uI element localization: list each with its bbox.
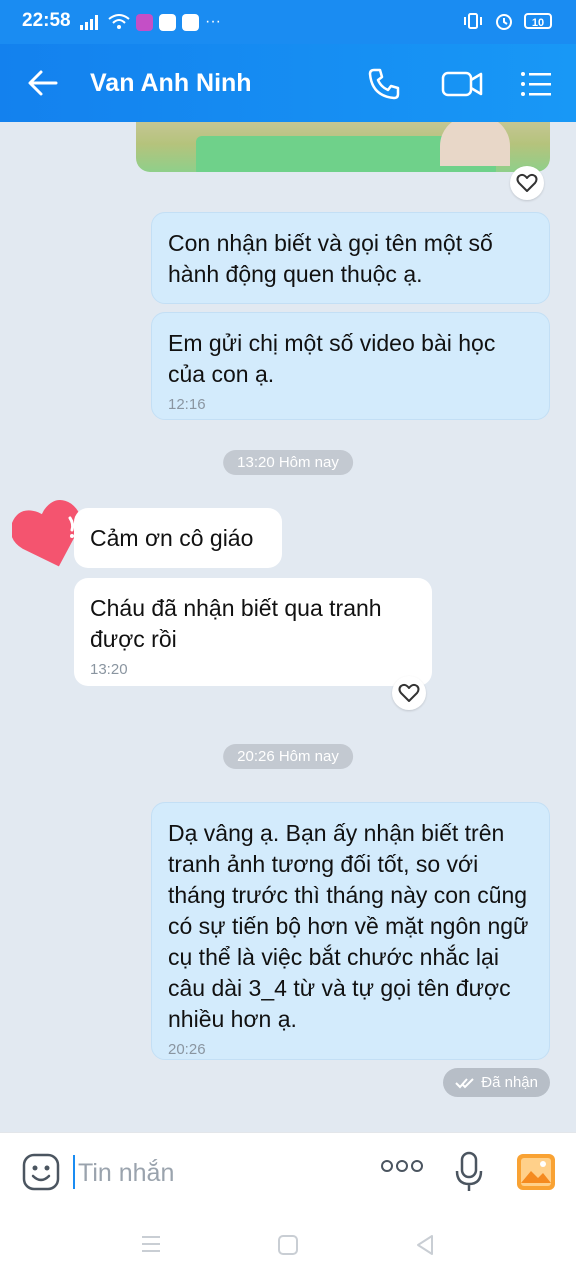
- message-notification-icon: [182, 13, 199, 31]
- message-bubble-incoming[interactable]: Cháu đã nhận biết qua tranh được rồi 13:…: [74, 578, 432, 686]
- text-cursor: [73, 1155, 75, 1189]
- chat-header: Van Anh Ninh: [0, 44, 576, 122]
- date-separator: 13:20 Hôm nay: [223, 450, 353, 475]
- sticker-emoji-icon[interactable]: [22, 1153, 60, 1191]
- react-heart-button[interactable]: [510, 166, 544, 200]
- gallery-image-icon[interactable]: [516, 1153, 556, 1191]
- status-icons-left: ···: [80, 13, 221, 31]
- nav-back-icon[interactable]: [414, 1234, 436, 1261]
- delivery-status-badge: Đã nhận: [443, 1068, 550, 1097]
- heart-outline-icon: [516, 173, 538, 192]
- app-notification-icon: [159, 13, 176, 31]
- double-check-icon: [455, 1077, 474, 1088]
- image-message[interactable]: [136, 122, 550, 172]
- nav-home-icon[interactable]: [277, 1234, 299, 1261]
- message-text: Cảm ơn cô giáo: [90, 525, 254, 551]
- status-icons-right: 10: [462, 11, 552, 31]
- status-bar: 22:58 ··· 10: [0, 0, 576, 44]
- menu-list-icon[interactable]: [518, 66, 554, 102]
- wifi-icon: [108, 14, 130, 29]
- battery-icon: 10: [524, 13, 552, 29]
- nav-menu-icon[interactable]: [140, 1234, 162, 1259]
- video-call-icon[interactable]: [440, 66, 484, 102]
- heart-outline-icon: [398, 683, 420, 702]
- alarm-icon: [496, 14, 512, 30]
- message-bubble-outgoing[interactable]: Dạ vâng ạ. Bạn ấy nhận biết trên tranh ả…: [151, 802, 550, 1060]
- delivery-status-text: Đã nhận: [481, 1074, 538, 1091]
- message-input[interactable]: Tin nhắn: [78, 1159, 174, 1188]
- message-time: 13:20: [90, 661, 128, 678]
- microphone-icon[interactable]: [454, 1151, 484, 1193]
- message-composer: Tin nhắn: [0, 1132, 576, 1213]
- date-separator: 20:26 Hôm nay: [223, 744, 353, 769]
- vibrate-icon: [464, 13, 482, 29]
- message-text: Con nhận biết và gọi tên một số hành độn…: [168, 230, 493, 287]
- message-time: 20:26: [168, 1041, 206, 1058]
- message-time: 12:16: [168, 396, 206, 413]
- message-bubble-incoming[interactable]: Cảm ơn cô giáo: [74, 508, 282, 568]
- more-notifications-icon: ···: [205, 13, 221, 30]
- message-text: Em gửi chị một số video bài học của con …: [168, 330, 496, 387]
- chat-message-list[interactable]: Con nhận biết và gọi tên một số hành độn…: [0, 122, 576, 1132]
- signal-icon: [80, 15, 98, 30]
- image-content: [440, 122, 510, 166]
- message-text: Cháu đã nhận biết qua tranh được rồi: [90, 595, 382, 652]
- app-notification-icon: [136, 13, 153, 31]
- status-time: 22:58: [22, 10, 71, 31]
- message-text: Dạ vâng ạ. Bạn ấy nhận biết trên tranh ả…: [168, 820, 529, 1032]
- more-options-icon[interactable]: [380, 1159, 424, 1173]
- react-heart-button[interactable]: [392, 676, 426, 710]
- back-arrow-icon[interactable]: [26, 66, 60, 100]
- phone-call-icon[interactable]: [366, 66, 402, 102]
- system-navigation-bar: [0, 1212, 576, 1280]
- message-bubble-outgoing[interactable]: Con nhận biết và gọi tên một số hành độn…: [151, 212, 550, 304]
- contact-name[interactable]: Van Anh Ninh: [90, 69, 252, 98]
- message-bubble-outgoing[interactable]: Em gửi chị một số video bài học của con …: [151, 312, 550, 420]
